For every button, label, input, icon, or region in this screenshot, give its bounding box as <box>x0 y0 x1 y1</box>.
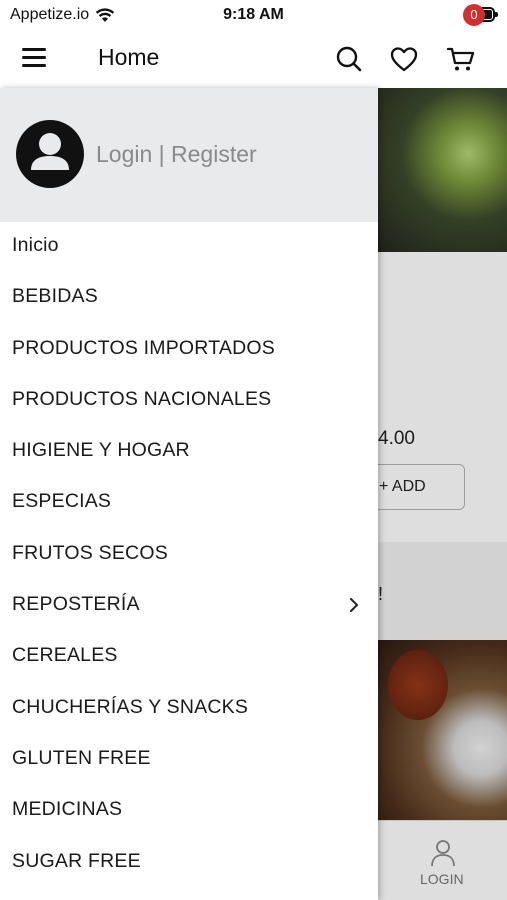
menu-item-productos-nacionales[interactable]: PRODUCTOS NACIONALES <box>0 376 378 427</box>
menu-item-higiene-y-hogar[interactable]: HIGIENE Y HOGAR <box>0 427 378 478</box>
status-bar: Appetize.io 9:18 AM <box>0 0 507 30</box>
menu-item-label: Inicio <box>12 234 59 256</box>
menu-item-label: CEREALES <box>12 644 118 667</box>
drawer-header: Login | Register <box>0 88 378 222</box>
chevron-right-icon[interactable] <box>348 598 360 613</box>
login-register-link[interactable]: Login | Register <box>96 141 257 168</box>
menu-item-label: CHUCHERÍAS Y SNACKS <box>12 695 249 718</box>
menu-item-label: SUGAR FREE <box>12 849 141 872</box>
menu-item-label: PRODUCTOS NACIONALES <box>12 387 272 410</box>
menu-item-label: FRUTOS SECOS <box>12 541 168 564</box>
app-bar: Home <box>0 30 507 88</box>
menu-item-inicio[interactable]: Inicio <box>0 222 378 273</box>
menu-item-label: ESPECIAS <box>12 490 112 513</box>
menu-icon[interactable] <box>22 48 46 68</box>
menu-item-label: BEBIDAS <box>12 285 98 308</box>
menu-item-chucherias-y-snacks[interactable]: CHUCHERÍAS Y SNACKS <box>0 684 378 735</box>
menu-item-cereales[interactable]: CEREALES <box>0 632 378 683</box>
navigation-drawer: Login | Register Inicio BEBIDAS PRODUCTO… <box>0 88 378 900</box>
status-time: 9:18 AM <box>223 6 284 23</box>
menu-item-label: GLUTEN FREE <box>12 746 151 769</box>
search-icon[interactable] <box>334 44 364 74</box>
heart-icon[interactable] <box>389 44 419 74</box>
drawer-menu: Inicio BEBIDAS PRODUCTOS IMPORTADOS PROD… <box>0 222 378 889</box>
menu-item-label: HIGIENE Y HOGAR <box>12 439 190 462</box>
menu-item-medicinas[interactable]: MEDICINAS <box>0 786 378 837</box>
menu-item-sugar-free[interactable]: SUGAR FREE <box>0 838 378 889</box>
page-title: Home <box>98 44 160 70</box>
menu-item-reposteria[interactable]: REPOSTERÍA <box>0 581 378 632</box>
menu-item-bebidas[interactable]: BEBIDAS <box>0 273 378 324</box>
menu-item-especias[interactable]: ESPECIAS <box>0 478 378 529</box>
cart-icon[interactable] <box>446 44 476 74</box>
menu-item-label: PRODUCTOS IMPORTADOS <box>12 336 275 359</box>
avatar-icon[interactable] <box>16 120 84 188</box>
menu-item-label: MEDICINAS <box>12 798 123 821</box>
drawer-scrim[interactable] <box>378 88 507 900</box>
cart-count-badge: 0 <box>463 4 485 26</box>
menu-item-productos-importados[interactable]: PRODUCTOS IMPORTADOS <box>0 325 378 376</box>
menu-item-label: REPOSTERÍA <box>12 593 140 616</box>
menu-item-gluten-free[interactable]: GLUTEN FREE <box>0 735 378 786</box>
menu-item-frutos-secos[interactable]: FRUTOS SECOS <box>0 530 378 581</box>
